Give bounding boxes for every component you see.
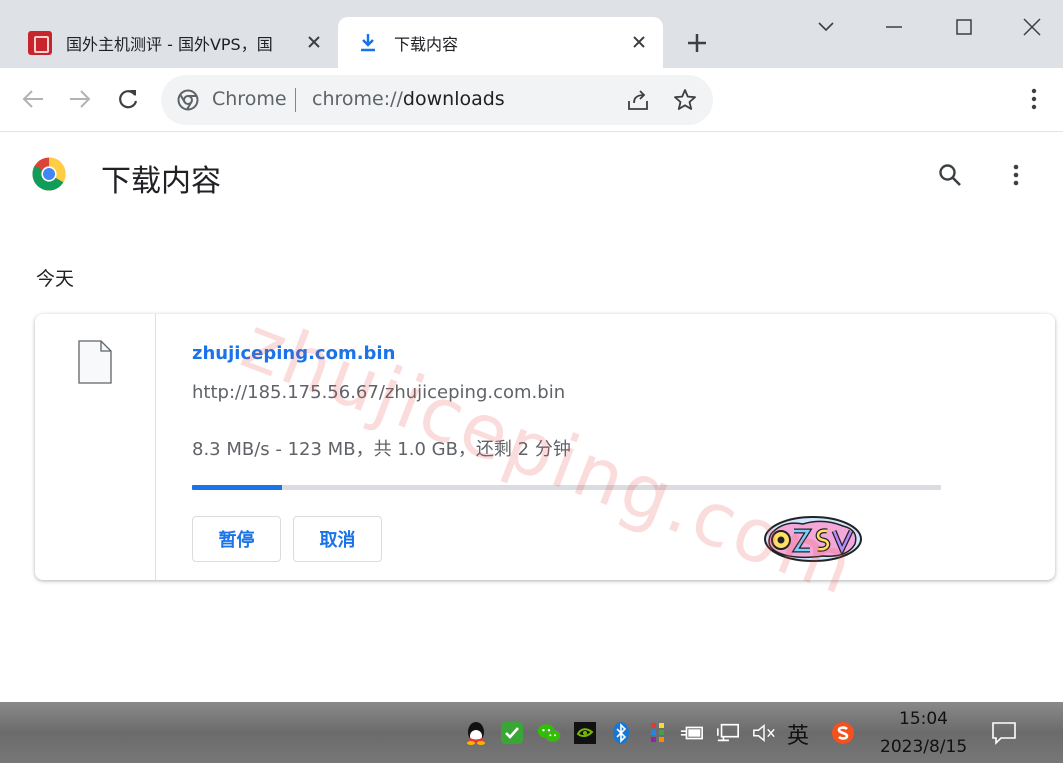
omnibox-chip-label: Chrome bbox=[212, 88, 287, 110]
minimize-icon bbox=[886, 26, 902, 28]
file-icon bbox=[78, 340, 112, 384]
maximize-button[interactable] bbox=[944, 10, 984, 44]
url-host: downloads bbox=[402, 88, 505, 110]
notification-center-button[interactable] bbox=[989, 718, 1019, 748]
address-bar[interactable]: Chrome chrome://downloads bbox=[161, 75, 713, 125]
page-title: 下载内容 bbox=[101, 164, 221, 199]
tab-zhujiceping[interactable]: 国外主机测评 - 国外VPS，国 bbox=[14, 17, 336, 68]
minimize-button[interactable] bbox=[874, 10, 914, 44]
search-downloads-button[interactable] bbox=[935, 160, 965, 190]
tab-title: 下载内容 bbox=[394, 34, 459, 54]
share-button[interactable] bbox=[625, 87, 651, 113]
tab-title: 国外主机测评 - 国外VPS，国 bbox=[66, 34, 273, 54]
date-heading: 今天 bbox=[36, 268, 75, 290]
share-icon bbox=[628, 90, 648, 110]
reload-button[interactable] bbox=[113, 84, 143, 114]
close-icon[interactable] bbox=[302, 30, 326, 54]
color-app-icon[interactable] bbox=[646, 721, 670, 745]
maximize-icon bbox=[956, 19, 972, 35]
more-vert-icon bbox=[1031, 88, 1037, 110]
tab-strip: 国外主机测评 - 国外VPS，国 下载内容 bbox=[0, 0, 1063, 68]
nvidia-icon[interactable] bbox=[573, 721, 597, 745]
forward-button[interactable] bbox=[65, 84, 95, 114]
downloads-menu-button[interactable] bbox=[1002, 160, 1030, 190]
chrome-icon bbox=[177, 89, 199, 111]
omnibox-separator bbox=[295, 88, 296, 112]
cancel-button[interactable]: 取消 bbox=[293, 516, 382, 562]
download-icon bbox=[356, 31, 380, 55]
taskbar: 英 15:04 2023/8/15 bbox=[0, 702, 1063, 763]
power-plug-icon[interactable] bbox=[680, 721, 704, 745]
close-window-button[interactable] bbox=[1012, 10, 1052, 44]
star-icon bbox=[674, 89, 696, 110]
chrome-logo-icon bbox=[32, 157, 66, 191]
plus-icon bbox=[688, 34, 706, 52]
tab-downloads[interactable]: 下载内容 bbox=[338, 17, 663, 68]
close-icon bbox=[1023, 18, 1041, 36]
wechat-icon[interactable] bbox=[537, 721, 561, 745]
clock-time[interactable]: 15:04 bbox=[899, 709, 948, 729]
card-divider bbox=[155, 314, 156, 580]
network-icon[interactable] bbox=[716, 721, 740, 745]
ime-language-indicator[interactable]: 英 bbox=[787, 718, 809, 750]
bookmark-button[interactable] bbox=[672, 87, 698, 113]
search-icon bbox=[939, 164, 961, 186]
qq-icon[interactable] bbox=[464, 721, 488, 745]
progress-fill bbox=[192, 485, 282, 490]
url-scheme: chrome:// bbox=[312, 88, 403, 110]
browser-menu-button[interactable] bbox=[1020, 84, 1048, 114]
clock-date[interactable]: 2023/8/15 bbox=[880, 737, 967, 757]
site-favicon-icon bbox=[28, 30, 52, 55]
toolbar: Chrome chrome://downloads bbox=[0, 68, 1063, 132]
close-icon[interactable] bbox=[627, 30, 651, 54]
more-vert-icon bbox=[1013, 164, 1019, 186]
arrow-right-icon bbox=[70, 90, 91, 108]
url-text: chrome://downloads bbox=[312, 88, 505, 110]
message-icon bbox=[992, 722, 1016, 745]
sogou-input-icon[interactable] bbox=[831, 721, 855, 745]
arrow-left-icon bbox=[22, 90, 43, 108]
chevron-down-icon bbox=[818, 22, 834, 32]
security-check-icon[interactable] bbox=[500, 721, 524, 745]
tab-search-button[interactable] bbox=[806, 10, 846, 44]
back-button[interactable] bbox=[18, 84, 48, 114]
new-tab-button[interactable] bbox=[682, 28, 712, 58]
reload-icon bbox=[119, 90, 138, 109]
pause-button[interactable]: 暂停 bbox=[192, 516, 281, 562]
bluetooth-icon[interactable] bbox=[609, 721, 633, 745]
speaker-muted-icon[interactable] bbox=[752, 721, 776, 745]
